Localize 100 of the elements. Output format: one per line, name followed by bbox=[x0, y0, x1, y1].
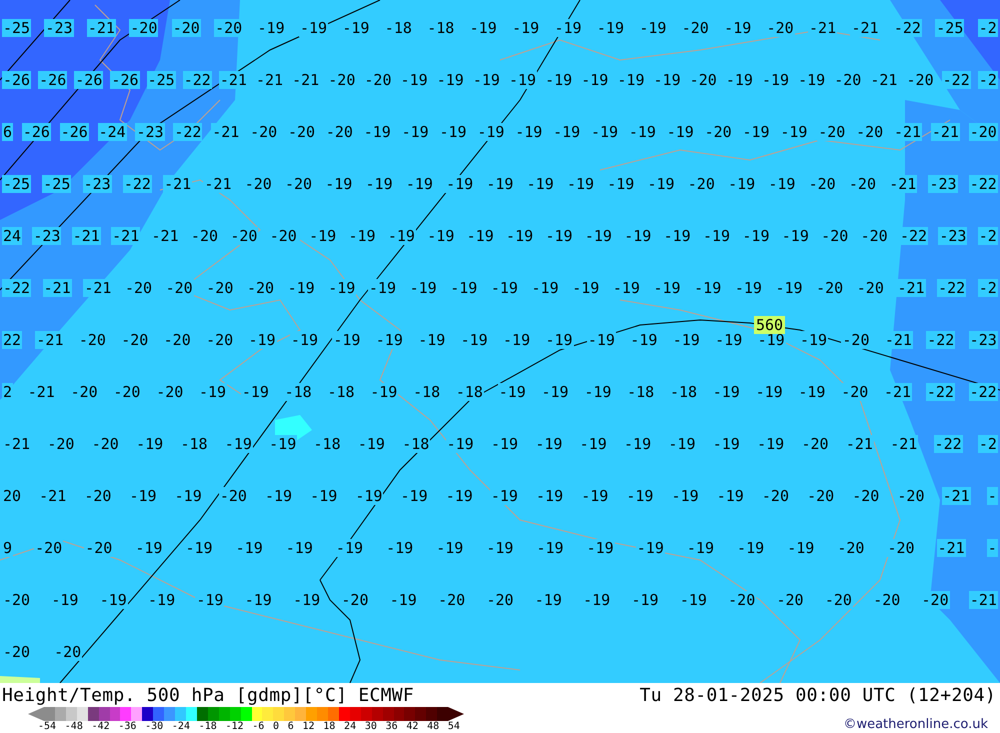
colorbar-end-arrow-icon bbox=[28, 707, 44, 721]
temperature-label: -19 bbox=[334, 539, 364, 557]
colorbar-tick-label: -54 bbox=[38, 721, 56, 732]
temperature-label: -22 bbox=[2, 279, 32, 297]
map-title: Height/Temp. 500 hPa [gdmp][°C] ECMWF bbox=[2, 684, 414, 706]
temperature-label: -2 bbox=[978, 19, 998, 37]
temperature-label: -26 bbox=[38, 71, 68, 89]
temperature-label: -20 bbox=[817, 123, 846, 141]
temperature-label: -22 bbox=[968, 383, 998, 401]
credit-text: ©weatheronline.co.uk bbox=[843, 717, 988, 732]
height-contour-label: 560 bbox=[754, 316, 786, 334]
colorbar-tick-label: 6 bbox=[288, 721, 294, 732]
colorbar-tick-label: -18 bbox=[198, 721, 217, 732]
temperature-label: -21 bbox=[111, 227, 140, 245]
temperature-label: -19 bbox=[240, 383, 270, 401]
temperature-label: -21 bbox=[218, 71, 248, 89]
temperature-label: -19 bbox=[445, 175, 474, 193]
temperature-label: -20 bbox=[129, 19, 158, 37]
temperature-label: -23 bbox=[938, 227, 968, 245]
temperature-label: -2 bbox=[978, 227, 998, 245]
temperature-label: -22 bbox=[926, 383, 955, 401]
temperature-label: -18 bbox=[284, 383, 313, 401]
colorbar-tick-label: 48 bbox=[427, 721, 440, 732]
temperature-label: -2 bbox=[978, 279, 998, 297]
temperature-label: -20 bbox=[214, 19, 244, 37]
temperature-label: -21 bbox=[163, 175, 192, 193]
temperature-label: -19 bbox=[446, 435, 475, 453]
temperature-label: -21 bbox=[930, 123, 960, 141]
temperature-label: -25 bbox=[42, 175, 72, 193]
temperature-label: -22 bbox=[968, 175, 998, 193]
temperature-label: -20 bbox=[84, 539, 114, 557]
colorbar-tick-label: 12 bbox=[302, 721, 315, 732]
colorbar-end-arrow-icon bbox=[448, 707, 464, 721]
temperature-label: -21 bbox=[35, 331, 64, 349]
temperature-label: -20 bbox=[841, 331, 870, 349]
temperature-label: -25 bbox=[935, 19, 964, 37]
temperature-label: -22 bbox=[182, 71, 212, 89]
temperature-label: -26 bbox=[74, 71, 104, 89]
colorbar-tick-label: -42 bbox=[92, 721, 110, 732]
temperature-label: -20 bbox=[172, 19, 201, 37]
colorbar-tick-label: -36 bbox=[118, 721, 136, 732]
temperature-label: -26 bbox=[60, 123, 89, 141]
temperature-label: -20 bbox=[968, 123, 998, 141]
temperature-label: -23 bbox=[82, 175, 112, 193]
valid-time: Tu 28-01-2025 00:00 UTC (12+204) bbox=[640, 684, 996, 706]
temperature-label: -25 bbox=[146, 71, 176, 89]
temperature-label: 22 bbox=[2, 331, 22, 349]
temperature-label: -2 bbox=[978, 435, 998, 453]
temperature-label: -22 bbox=[934, 435, 963, 453]
temperature-label: -21 bbox=[42, 279, 72, 297]
colorbar-tick-label: 36 bbox=[386, 721, 398, 732]
colorbar-tick-label: -48 bbox=[64, 721, 83, 732]
temperature-label: -25 bbox=[2, 175, 32, 193]
temperature-label: -23 bbox=[32, 227, 62, 245]
temperature-label: -21 bbox=[896, 279, 926, 297]
temperature-label: -21 bbox=[936, 539, 966, 557]
temperature-label: -20 bbox=[840, 383, 870, 401]
temperature-label: -22 bbox=[926, 331, 956, 349]
temperature-label: -26 bbox=[2, 71, 32, 89]
temperature-label: -19 bbox=[686, 539, 715, 557]
temperature-label: 6 bbox=[2, 123, 14, 141]
temperature-label: -21 bbox=[203, 175, 232, 193]
temperature-label: -22 bbox=[898, 227, 928, 245]
colorbar-tick-label: 18 bbox=[323, 721, 336, 732]
colorbar-tick-label: 0 bbox=[273, 721, 280, 732]
temperature-label: -23 bbox=[928, 175, 958, 193]
temperature-label: -21 bbox=[83, 279, 112, 297]
temperature-label: -25 bbox=[2, 19, 32, 37]
colorbar-tick-label: 24 bbox=[344, 721, 356, 732]
temperature-label: -21 bbox=[72, 227, 101, 245]
colorbar-tick-label: -24 bbox=[172, 721, 190, 732]
temperature-label: -22 bbox=[942, 71, 971, 89]
temperature-label: -21 bbox=[942, 487, 971, 505]
temperature-label: - bbox=[986, 539, 998, 557]
temperature-label: -21 bbox=[968, 591, 998, 609]
temperature-label: -23 bbox=[968, 331, 998, 349]
temperature-label: - bbox=[986, 487, 998, 505]
colorbar-tick-label: -6 bbox=[252, 721, 264, 732]
colorbar-tick-label: 54 bbox=[448, 721, 460, 732]
temperature-label: -22 bbox=[937, 279, 966, 297]
temperature-label: -24 bbox=[98, 123, 127, 141]
colorbar-tick-label: 30 bbox=[364, 721, 377, 732]
temperature-label: -2 bbox=[978, 71, 998, 89]
colorbar-tick-label: 42 bbox=[406, 721, 418, 732]
temperature-label: -19 bbox=[490, 487, 519, 505]
temperature-label: -21 bbox=[86, 19, 116, 37]
temperature-label: -22 bbox=[173, 123, 202, 141]
temperature-label: 9 bbox=[2, 539, 14, 557]
temperature-label: -26 bbox=[22, 123, 51, 141]
temperature-label: -21 bbox=[850, 19, 880, 37]
temperature-label: -23 bbox=[135, 123, 165, 141]
colorbar-tick-label: -30 bbox=[145, 721, 164, 732]
temperature-label: -23 bbox=[44, 19, 74, 37]
temperature-label: -19 bbox=[298, 19, 328, 37]
temperature-label: 24 bbox=[2, 227, 22, 245]
temperature-label: -19 bbox=[195, 591, 224, 609]
temperature-label: -20 bbox=[886, 539, 916, 557]
temperature-label: -22 bbox=[122, 175, 152, 193]
colorbar-tick-label: -12 bbox=[225, 721, 244, 732]
temperature-label: -26 bbox=[110, 71, 140, 89]
